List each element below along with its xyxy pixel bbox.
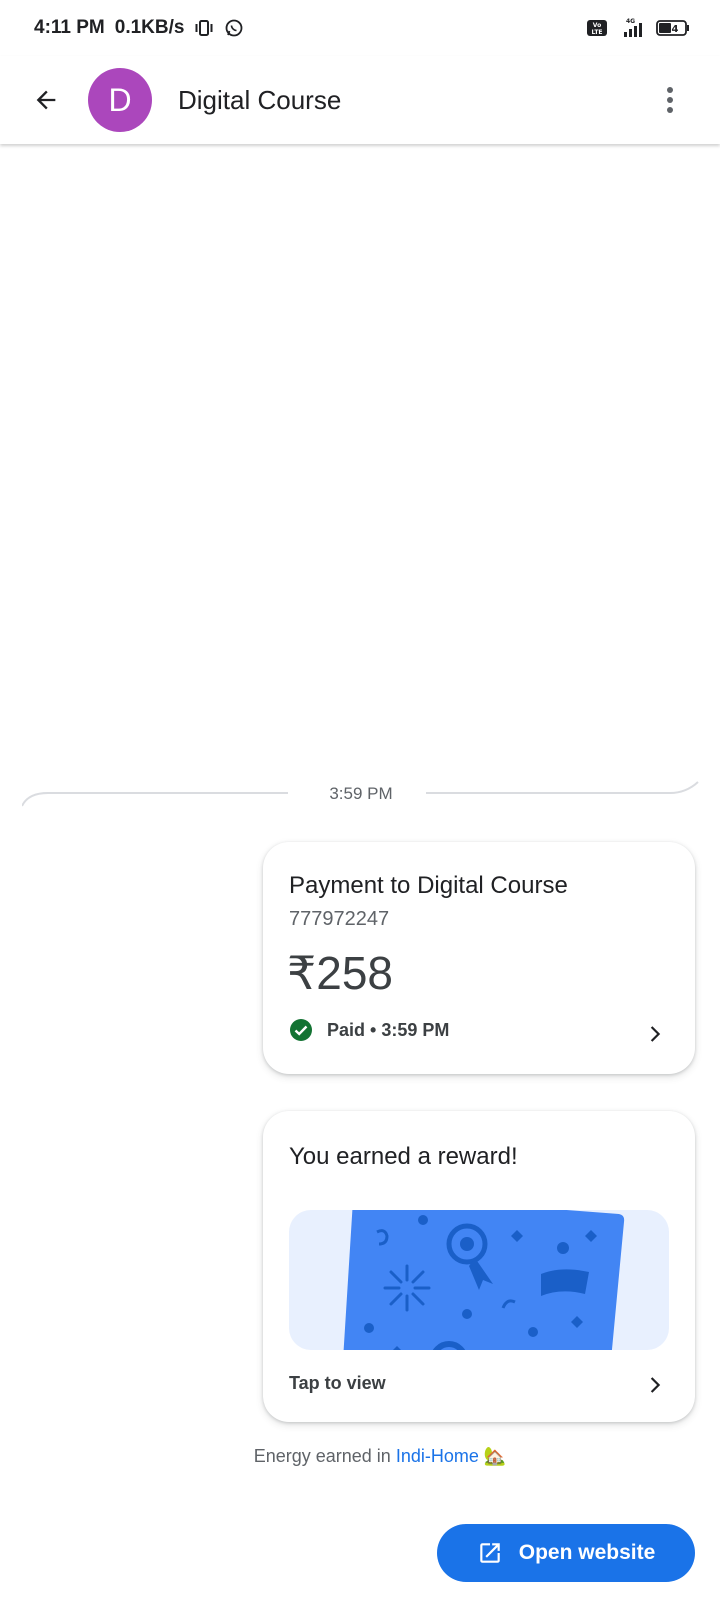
more-options-button[interactable] [658,80,682,120]
svg-text:LTE: LTE [591,29,602,36]
reward-tap-label: Tap to view [289,1373,386,1393]
payment-title: Payment to Digital Course [289,872,568,899]
payment-status-text: Paid • 3:59 PM [327,1019,450,1040]
status-bar: 4:11 PM 0.1KB/s Vo LTE 4G 44 [0,0,720,56]
volte-icon: Vo LTE [586,18,608,38]
avatar[interactable]: D [88,68,152,132]
battery-level: 44 [665,24,679,35]
chevron-right-icon [650,1377,661,1393]
open-in-new-icon [477,1540,503,1566]
whatsapp-icon [224,18,244,38]
house-emoji-icon: 🏡 [483,1446,507,1466]
energy-prefix: Energy earned in [253,1446,396,1466]
check-circle-icon [290,1019,312,1041]
energy-earned-text: Energy earned in Indi-Home 🏡 [0,1446,720,1467]
chevron-right-icon [650,1026,661,1042]
reward-title: You earned a reward! [289,1143,518,1170]
network-speed: 0.1KB/s [114,17,185,38]
network-type: 4G [626,18,635,25]
svg-text:Vo: Vo [593,22,601,29]
battery-icon: 44 [656,18,690,38]
page-title[interactable]: Digital Course [178,85,341,116]
signal-icon: 4G [616,17,648,39]
open-website-label: Open website [518,1541,656,1564]
back-button[interactable] [26,80,66,120]
reward-card[interactable]: You earned a reward! Tap to view [263,1111,695,1422]
status-time: 4:11 PM [34,17,105,38]
message-timestamp: 3:59 PM [329,784,393,803]
indi-home-link[interactable]: Indi-Home [396,1446,479,1466]
payment-status: Paid • 3:59 PM [289,1018,449,1042]
chat-screen: 4:11 PM 0.1KB/s Vo LTE 4G 44 D Digital C… [0,0,720,1600]
app-bar: D Digital Course [0,56,720,144]
more-vert-icon [667,87,673,113]
vibrate-icon [194,18,214,38]
arrow-back-icon [36,90,56,110]
time-divider: 3:59 PM [22,770,700,810]
open-website-button[interactable]: Open website [437,1524,695,1582]
payment-card[interactable]: Payment to Digital Course 777972247 ₹258… [263,842,695,1074]
reward-card-illustration [343,1210,625,1350]
payment-amount: ₹258 [287,947,394,999]
reward-scratch-card[interactable] [289,1210,669,1350]
payment-number: 777972247 [289,908,390,930]
